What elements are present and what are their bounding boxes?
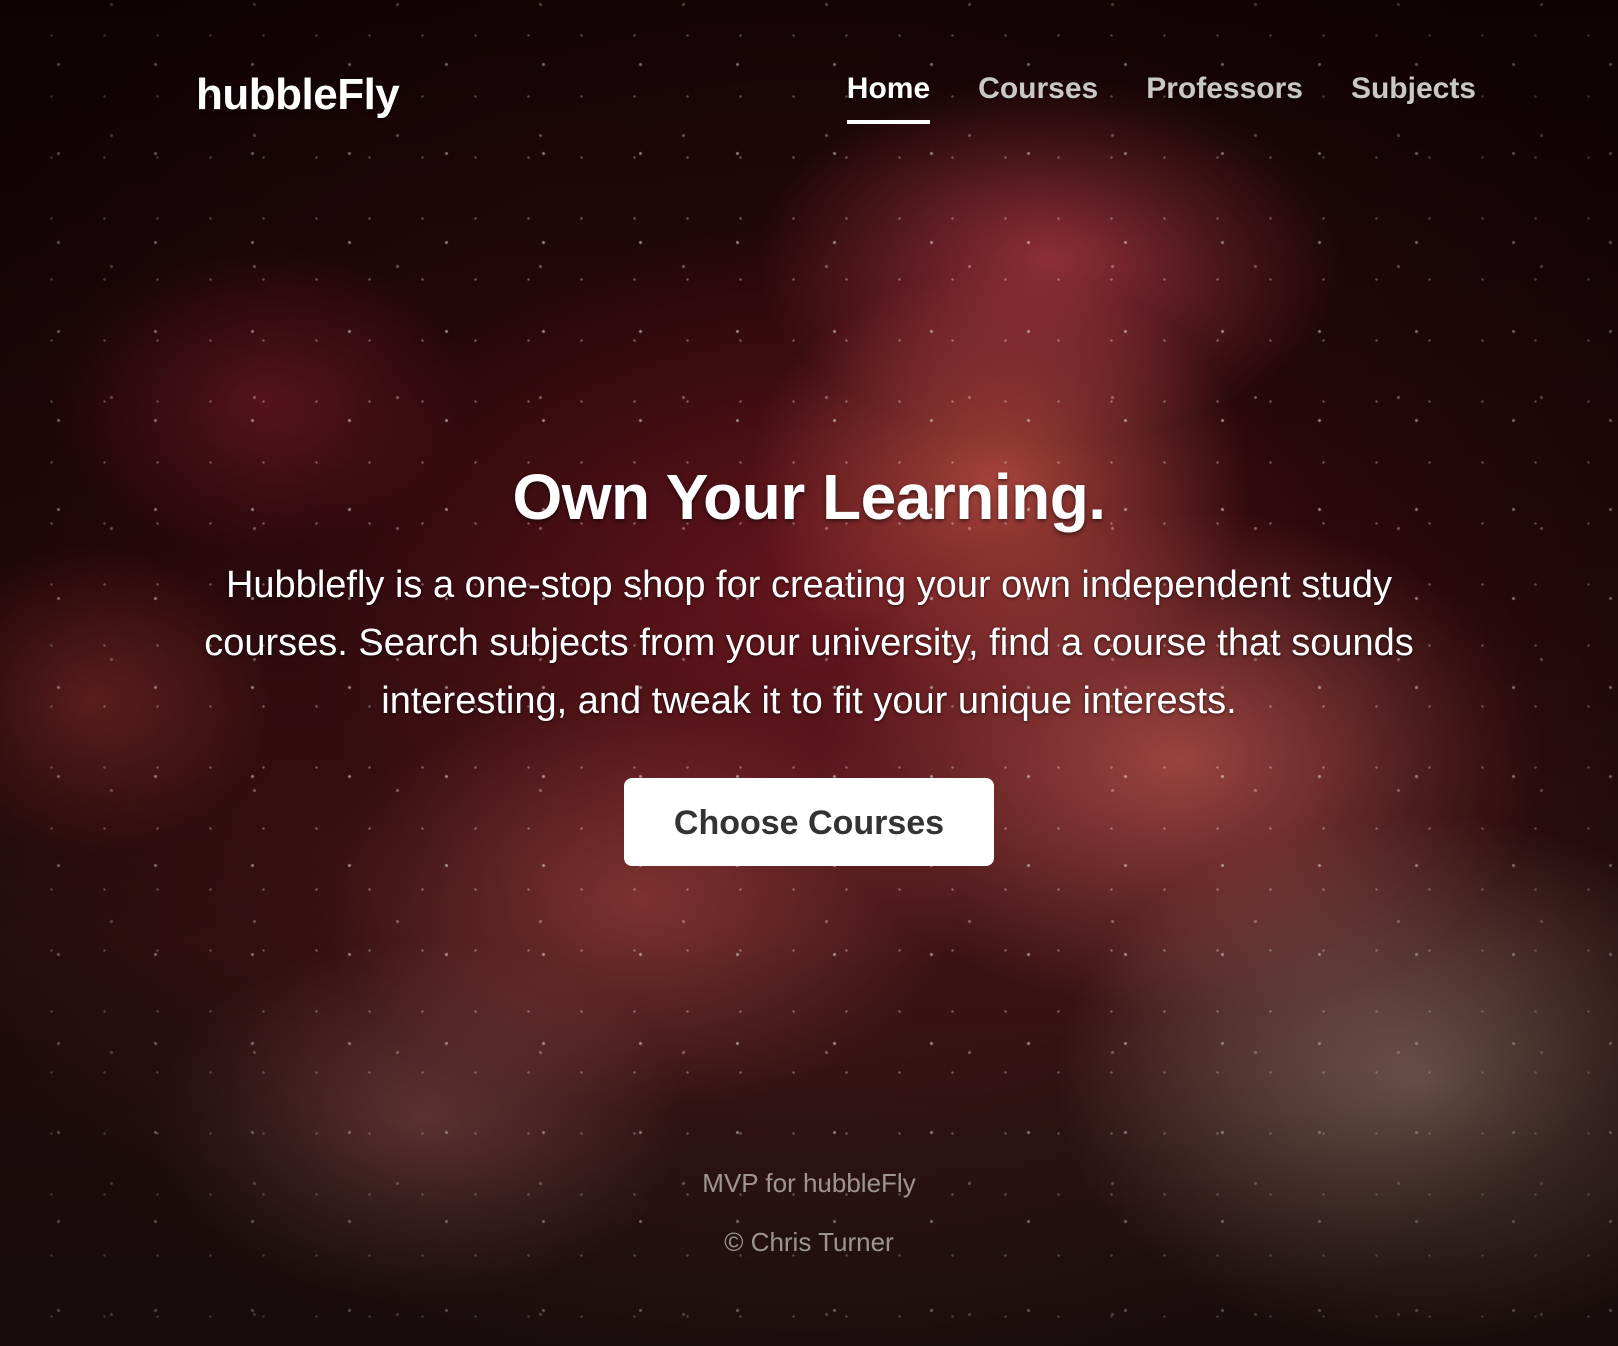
footer-credit-line: MVP for hubbleFly: [0, 1168, 1618, 1199]
nav-item-professors[interactable]: Professors: [1146, 72, 1303, 124]
footer-brand-link[interactable]: hubbleFly: [803, 1168, 916, 1198]
brand-logo[interactable]: hubbleFly: [196, 70, 400, 120]
hero-section: Own Your Learning. Hubblefly is a one-st…: [0, 460, 1618, 866]
main-nav: Home Courses Professors Subjects: [846, 72, 1476, 124]
nav-item-subjects[interactable]: Subjects: [1351, 72, 1476, 124]
nav-item-home[interactable]: Home: [846, 72, 931, 124]
footer-mvp-text: MVP for: [702, 1168, 803, 1198]
hero-title: Own Your Learning.: [512, 461, 1106, 533]
footer-copyright: © Chris Turner: [724, 1227, 894, 1257]
hero-description: Hubblefly is a one-stop shop for creatin…: [204, 564, 1414, 722]
landing-page: hubbleFly Home Courses Professors Subjec…: [0, 0, 1618, 1346]
nav-item-courses[interactable]: Courses: [978, 72, 1098, 124]
site-footer: MVP for hubbleFly © Chris Turner: [0, 1168, 1618, 1286]
site-header: hubbleFly Home Courses Professors Subjec…: [0, 0, 1618, 140]
choose-courses-button[interactable]: Choose Courses: [624, 778, 994, 866]
